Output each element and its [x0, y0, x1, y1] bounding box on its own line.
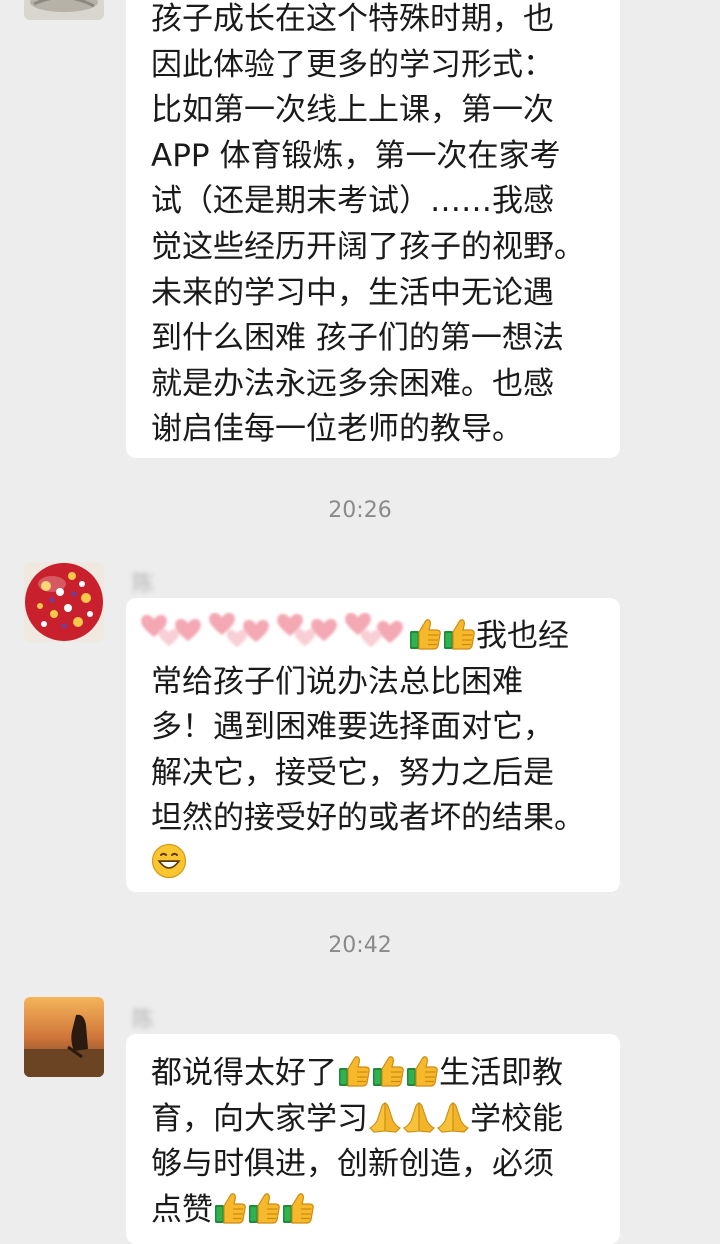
message-text: 觉这些经历开阔了孩子的视野。 [151, 228, 585, 265]
praying-hands-icon [436, 1100, 470, 1134]
message-text: 孩子成长在这个特殊时期，也 [151, 1, 554, 37]
thumbs-up-icon [442, 617, 476, 651]
praying-hands-icon [368, 1100, 402, 1134]
message-line: 育，向大家学习 学校能 [151, 1097, 600, 1143]
message-line: 都说得太好了 生活即教 [151, 1051, 600, 1097]
emoji-line [151, 842, 600, 888]
message-bubble[interactable]: 孩子成长在这个特殊时期，也 因此体验了更多的学习形式： 比如第一次线上上课，第一… [126, 0, 620, 458]
timestamp: 20:42 [328, 933, 392, 958]
hearts-sticker [140, 612, 408, 652]
thumbs-up-icon [405, 1054, 439, 1088]
message-bubble[interactable]: 都说得太好了 生活即教 育，向大家学习 学校能 够与时俱进，创新创造，必须 点赞 [126, 1034, 620, 1244]
message-text: 常给孩子们说办法总比困难 [151, 663, 523, 700]
message-text: 生活即教 [439, 1055, 563, 1091]
message-text: 学校能 [470, 1100, 563, 1137]
message-text: 我也经 [476, 618, 569, 654]
message-text: 因此体验了更多的学习形式： [151, 46, 554, 83]
thumbs-up-icon [213, 1191, 247, 1225]
thumbs-up-icon [408, 617, 442, 651]
message-text: 育，向大家学习 [151, 1100, 368, 1137]
message-text: 坦然的接受好的或者坏的结果。 [151, 800, 585, 837]
message-text: 未来的学习中，生活中无论遇 [151, 274, 554, 311]
message-text: 谢启佳每一位老师的教导。 [151, 411, 523, 448]
message-bubble[interactable]: 我也经 常给孩子们说办法总比困难 多！遇到困难要选择面对它， 解决它，接受它，努… [126, 598, 620, 892]
message-text: 试（还是期末考试）……我感 [151, 183, 554, 220]
timestamp: 20:26 [328, 498, 392, 523]
grin-emoji-icon [151, 843, 187, 879]
sender-avatar[interactable] [24, 562, 104, 642]
sender-avatar[interactable] [24, 997, 104, 1077]
thumbs-up-icon [337, 1054, 371, 1088]
message-line: 点赞 [151, 1188, 600, 1234]
message-text: 多！遇到困难要选择面对它， [151, 709, 554, 746]
message-text: APP 体育锻炼，第一次在家考 [151, 137, 561, 174]
message-text-first-line: 我也经 [140, 612, 600, 660]
message-text: 就是办法永远多余困难。也感 [151, 365, 554, 402]
sender-name: 陈 [132, 572, 158, 597]
thumbs-up-icon [281, 1191, 315, 1225]
chat-view: 孩子成长在这个特殊时期，也 因此体验了更多的学习形式： 比如第一次线上上课，第一… [0, 0, 720, 1244]
message-text: 点赞 [151, 1191, 213, 1228]
message-text: 比如第一次线上上课，第一次 [151, 92, 554, 129]
message-text: 都说得太好了 [151, 1055, 337, 1091]
praying-hands-icon [402, 1100, 436, 1134]
sender-avatar[interactable] [24, 0, 104, 20]
message-text: 够与时俱进，创新创造，必须 [151, 1146, 554, 1183]
sender-name: 陈 [132, 1008, 158, 1033]
message-text: 到什么困难 孩子们的第一想法 [151, 320, 564, 357]
message-text: 解决它，接受它，努力之后是 [151, 754, 554, 791]
thumbs-up-icon [247, 1191, 281, 1225]
thumbs-up-icon [371, 1054, 405, 1088]
